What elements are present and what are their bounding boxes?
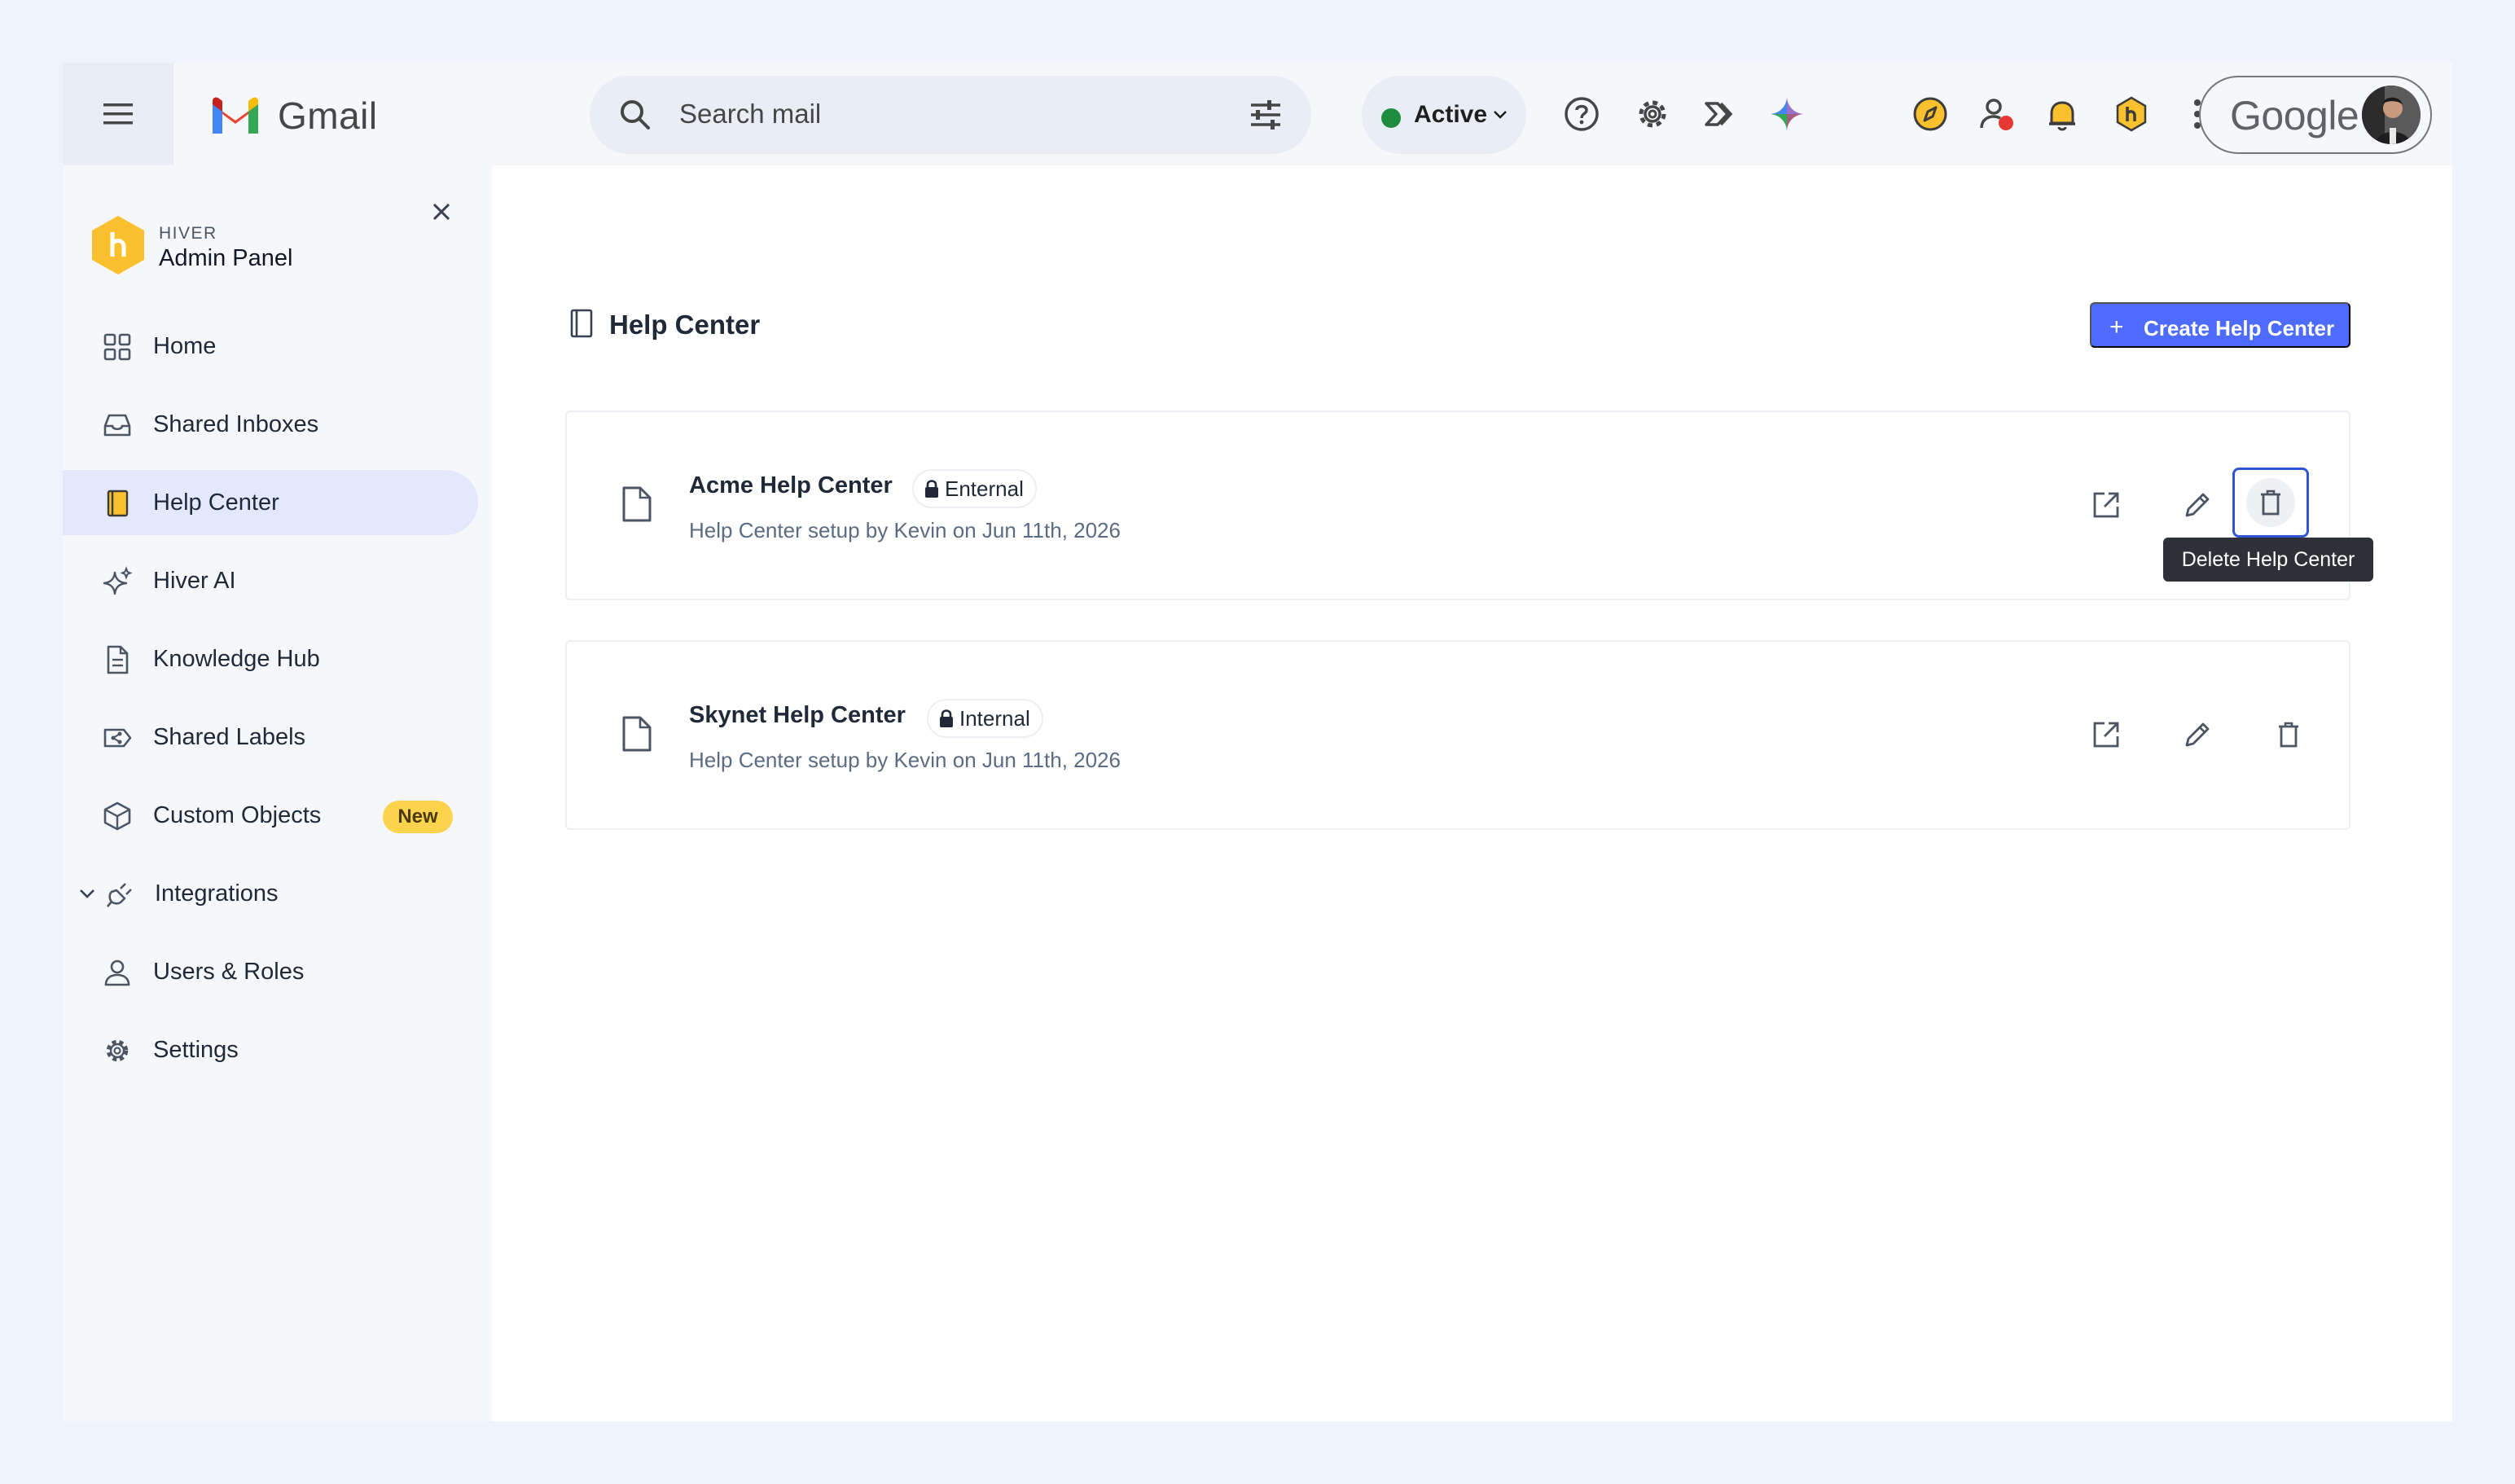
sidebar-item-label: Users & Roles xyxy=(153,959,305,985)
brand-title: Admin Panel xyxy=(159,245,293,271)
lock-icon xyxy=(925,480,938,498)
create-button-label: Create Help Center xyxy=(2144,316,2335,340)
hiver-arrows-icon[interactable] xyxy=(1700,94,1740,134)
sidebar-item-help-center[interactable]: Help Center xyxy=(63,470,478,535)
close-icon[interactable] xyxy=(429,200,454,224)
sidebar-item-hiver-ai[interactable]: Hiver AI xyxy=(63,548,478,613)
gmail-m-icon xyxy=(213,97,258,134)
sidebar-item-custom-objects[interactable]: Custom Objects New xyxy=(63,783,478,848)
open-external-button[interactable] xyxy=(2087,715,2126,754)
sidebar-item-label: Hiver AI xyxy=(153,568,236,594)
sidebar-item-label: Shared Inboxes xyxy=(153,411,319,437)
chevron-down-icon[interactable] xyxy=(77,884,97,903)
sidebar-item-knowledge-hub[interactable]: Knowledge Hub xyxy=(63,626,478,692)
chevron-down-icon xyxy=(1494,111,1507,119)
user-status-icon[interactable] xyxy=(1977,94,2017,134)
help-center-card[interactable]: Skynet Help Center Internal Help Center … xyxy=(565,640,2350,830)
help-center-subtitle: Help Center setup by Kevin on Jun 11th, … xyxy=(689,518,1121,542)
settings-icon[interactable] xyxy=(1632,94,1673,134)
open-external-button[interactable] xyxy=(2087,485,2126,525)
label-icon xyxy=(103,728,132,748)
app-frame: Gmail Search mail Active Google HIVER Ad… xyxy=(63,63,2452,1421)
sparkle-icon xyxy=(103,566,133,595)
cube-icon xyxy=(103,801,131,831)
top-bar: Gmail Search mail Active Google xyxy=(63,63,2452,165)
delete-button[interactable] xyxy=(2232,468,2309,538)
plus-icon: + xyxy=(2109,314,2124,340)
sidebar-item-home[interactable]: Home xyxy=(63,314,478,379)
sidebar-item-label: Knowledge Hub xyxy=(153,646,320,672)
status-dropdown[interactable]: Active xyxy=(1362,76,1526,154)
search-options-icon[interactable] xyxy=(1246,95,1285,134)
delete-button[interactable] xyxy=(2269,715,2308,754)
status-label: Active xyxy=(1414,101,1488,128)
status-dot xyxy=(1381,108,1401,128)
inbox-icon xyxy=(103,414,131,437)
gemini-icon[interactable] xyxy=(1767,94,1807,134)
help-center-title: Acme Help Center xyxy=(689,472,893,498)
google-account-button[interactable]: Google xyxy=(2199,76,2432,154)
sidebar-item-label: Home xyxy=(153,333,217,359)
help-center-title: Skynet Help Center xyxy=(689,702,906,728)
file-icon xyxy=(622,486,652,522)
open-external-icon xyxy=(2093,492,2119,518)
sidebar-item-shared-labels[interactable]: Shared Labels xyxy=(63,705,478,770)
gmail-wordmark: Gmail xyxy=(278,94,378,137)
delete-tooltip: Delete Help Center xyxy=(2163,538,2373,582)
book-icon xyxy=(107,490,129,517)
visibility-tag-label: Enternal xyxy=(945,476,1024,501)
file-icon xyxy=(622,716,652,752)
pencil-icon xyxy=(2185,722,2210,747)
sidebar-item-label: Settings xyxy=(153,1037,239,1063)
visibility-tag-label: Internal xyxy=(959,705,1030,731)
user-icon xyxy=(104,959,130,986)
sidebar-item-users-roles[interactable]: Users & Roles xyxy=(63,939,478,1004)
search-input[interactable]: Search mail xyxy=(679,99,821,130)
compass-icon[interactable] xyxy=(1910,94,1951,134)
help-icon[interactable] xyxy=(1561,94,1602,134)
search-icon[interactable] xyxy=(616,95,655,134)
sidebar-item-shared-inboxes[interactable]: Shared Inboxes xyxy=(63,392,478,457)
hamburger-icon xyxy=(103,103,133,125)
trash-icon xyxy=(2261,490,2280,516)
sidebar-item-settings[interactable]: Settings xyxy=(63,1017,478,1082)
help-center-card[interactable]: Acme Help Center Enternal Help Center se… xyxy=(565,411,2350,600)
gmail-logo[interactable]: Gmail xyxy=(209,94,378,138)
book-icon xyxy=(570,309,593,338)
brand-subtitle: HIVER xyxy=(159,224,217,243)
sidebar-item-label: Shared Labels xyxy=(153,724,306,750)
avatar[interactable] xyxy=(2362,86,2421,144)
help-center-subtitle: Help Center setup by Kevin on Jun 11th, … xyxy=(689,748,1121,772)
sidebar-item-label: Integrations xyxy=(155,880,279,907)
lock-icon xyxy=(940,709,953,727)
search-bar[interactable]: Search mail xyxy=(590,76,1311,154)
main-content: Help Center + Create Help Center Acme He… xyxy=(492,165,2452,1421)
edit-button[interactable] xyxy=(2178,715,2217,754)
open-external-icon xyxy=(2093,722,2119,748)
sidebar-item-label: Custom Objects xyxy=(153,802,322,828)
bell-icon[interactable] xyxy=(2042,94,2083,134)
trash-icon xyxy=(2279,722,2298,748)
edit-button[interactable] xyxy=(2178,485,2217,525)
hiver-logo-icon[interactable] xyxy=(2111,94,2152,134)
page-title: Help Center xyxy=(609,310,761,340)
google-wordmark: Google xyxy=(2230,93,2359,138)
document-icon xyxy=(107,645,129,674)
pencil-icon xyxy=(2185,493,2210,517)
create-help-center-button[interactable]: + Create Help Center xyxy=(2090,302,2350,348)
new-badge: New xyxy=(383,801,453,833)
delete-button-hover xyxy=(2246,478,2295,527)
grid-icon xyxy=(103,333,131,361)
sidebar-item-integrations[interactable]: Integrations xyxy=(63,861,478,926)
gear-icon xyxy=(106,1039,129,1062)
main-menu-button[interactable] xyxy=(63,63,173,165)
visibility-tag: Internal xyxy=(927,699,1043,738)
plug-icon xyxy=(107,883,132,907)
visibility-tag: Enternal xyxy=(912,469,1037,508)
hiver-logo-icon xyxy=(92,216,144,274)
admin-sidebar: HIVER Admin Panel Home Shared Inboxes He… xyxy=(63,165,492,1421)
sidebar-item-label: Help Center xyxy=(153,490,279,516)
